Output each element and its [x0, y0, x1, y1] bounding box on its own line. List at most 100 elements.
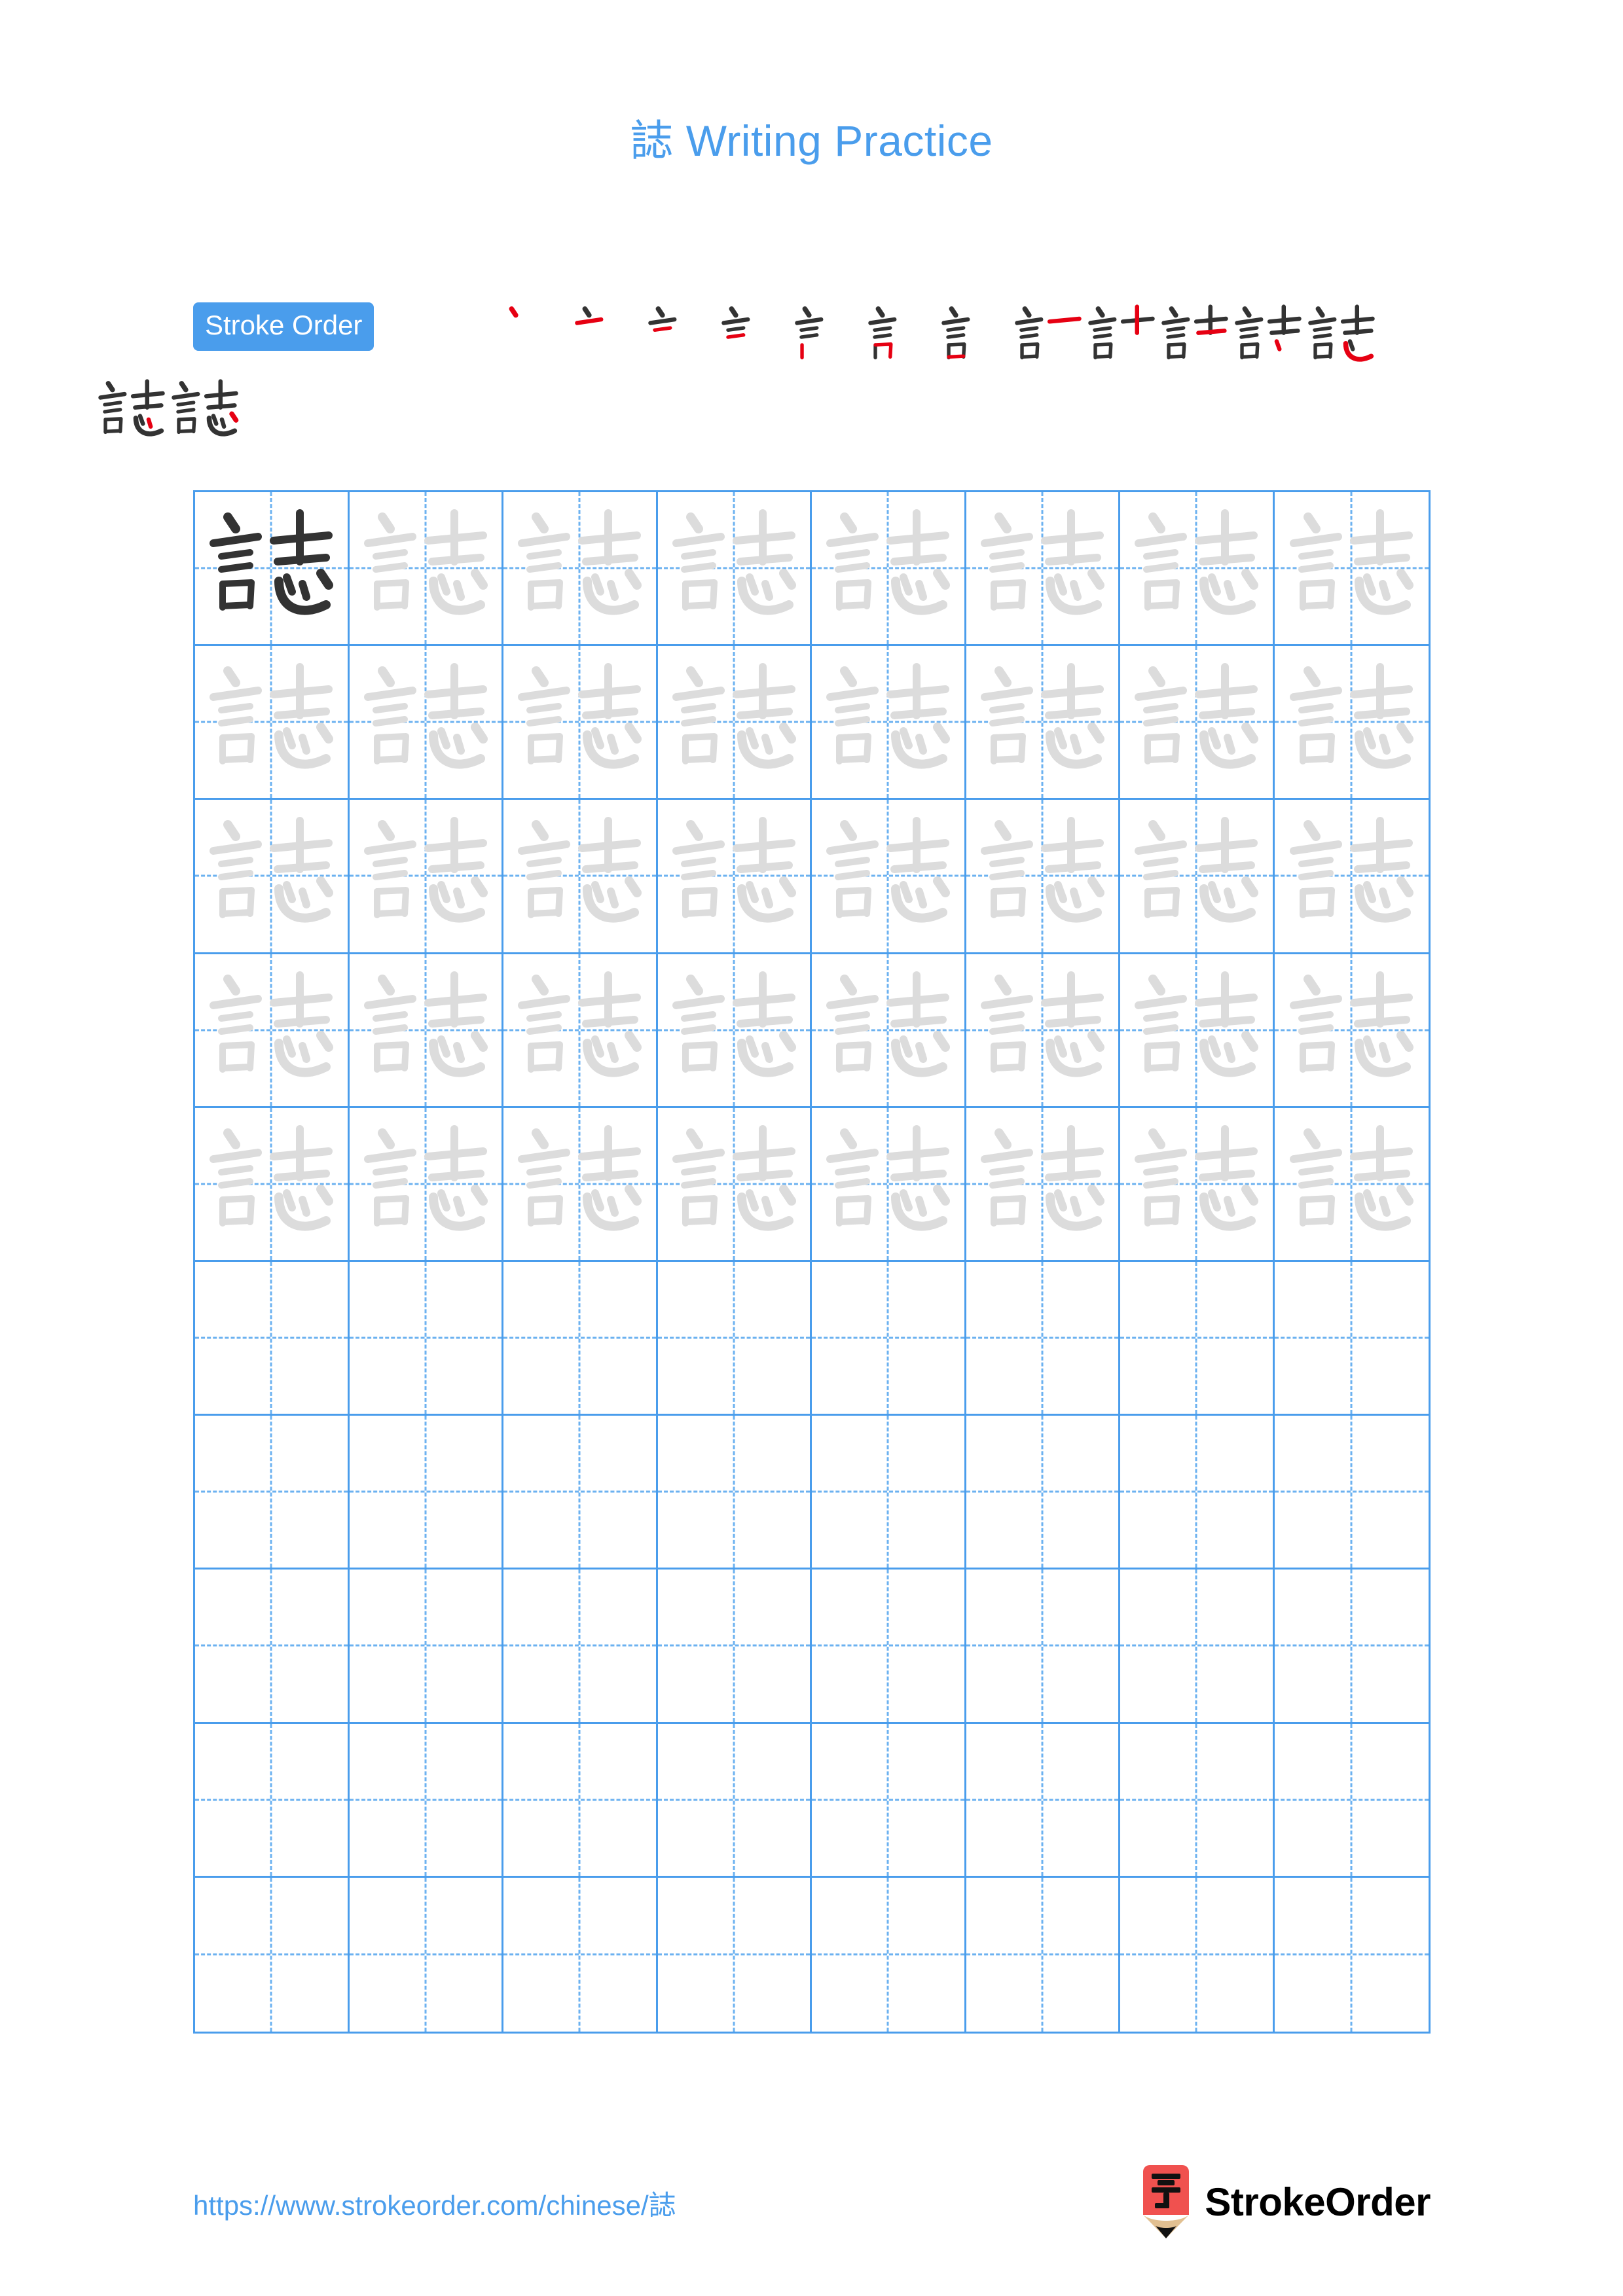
- trace-character: [966, 800, 1119, 952]
- practice-cell-empty[interactable]: [195, 1877, 350, 2032]
- page-title-character: 誌: [630, 116, 674, 166]
- practice-cell-trace[interactable]: [1274, 954, 1429, 1108]
- practice-grid: [193, 490, 1431, 2034]
- practice-cell-empty[interactable]: [1274, 1262, 1429, 1416]
- practice-cell-empty[interactable]: [1120, 1877, 1275, 2032]
- practice-cell-empty[interactable]: [1275, 1878, 1429, 2032]
- trace-character: [658, 492, 811, 644]
- page-title-rest: Writing Practice: [673, 117, 993, 165]
- practice-cell-empty[interactable]: [966, 1570, 1120, 1724]
- practice-cell-trace[interactable]: [812, 1107, 966, 1262]
- practice-cell-empty[interactable]: [1274, 1416, 1429, 1570]
- practice-cell-trace[interactable]: [657, 1107, 812, 1262]
- practice-cell-empty[interactable]: [349, 1570, 503, 1724]
- practice-cell-empty[interactable]: [503, 1723, 658, 1878]
- practice-cell-empty[interactable]: [503, 1570, 658, 1724]
- trace-character: [812, 1108, 964, 1260]
- practice-cell-empty[interactable]: [657, 1261, 812, 1416]
- practice-cell-trace[interactable]: [195, 954, 350, 1108]
- stroke-order-row-1: [498, 301, 1378, 372]
- trace-character: [1275, 1108, 1429, 1260]
- practice-cell-trace[interactable]: [1120, 800, 1275, 954]
- practice-cell-empty[interactable]: [812, 1570, 966, 1724]
- practice-cell-empty[interactable]: [657, 1570, 812, 1724]
- practice-cell-empty[interactable]: [349, 1416, 503, 1570]
- practice-cell-trace[interactable]: [1120, 492, 1275, 647]
- practice-cell-trace[interactable]: [503, 1107, 658, 1262]
- practice-cell-empty[interactable]: [195, 1416, 350, 1570]
- practice-cell-empty[interactable]: [812, 1877, 966, 2032]
- practice-cell-empty[interactable]: [812, 1723, 966, 1878]
- practice-cell-empty[interactable]: [1120, 1570, 1275, 1724]
- trace-character: [966, 1108, 1119, 1260]
- practice-cell-empty[interactable]: [503, 1416, 658, 1570]
- practice-cell-empty[interactable]: [195, 1261, 350, 1416]
- practice-cell-trace[interactable]: [1274, 1108, 1429, 1262]
- practice-cell-empty[interactable]: [503, 1877, 658, 2032]
- practice-cell-empty[interactable]: [1120, 1416, 1275, 1570]
- practice-cell-empty[interactable]: [966, 1723, 1120, 1878]
- practice-cell-trace[interactable]: [966, 954, 1120, 1108]
- practice-cell-trace[interactable]: [812, 492, 966, 647]
- practice-cell-trace[interactable]: [812, 954, 966, 1108]
- trace-character: [503, 492, 656, 644]
- practice-cell-trace[interactable]: [966, 492, 1120, 647]
- practice-cell-empty[interactable]: [503, 1261, 658, 1416]
- practice-cell-trace[interactable]: [1274, 492, 1429, 647]
- practice-cell-trace[interactable]: [812, 646, 966, 800]
- practice-cell-empty[interactable]: [812, 1261, 966, 1416]
- practice-cell-empty[interactable]: [1120, 1261, 1275, 1416]
- practice-cell-empty[interactable]: [1274, 1570, 1429, 1724]
- stroke-step-9: [1085, 301, 1158, 372]
- stroke-step-10: [1158, 301, 1231, 372]
- practice-cell-trace[interactable]: [349, 492, 503, 647]
- practice-cell-trace[interactable]: [657, 800, 812, 954]
- practice-cell-trace[interactable]: [195, 800, 350, 954]
- practice-cell-empty[interactable]: [1120, 1723, 1275, 1878]
- practice-cell-empty[interactable]: [657, 1723, 812, 1878]
- practice-cell-trace[interactable]: [966, 800, 1120, 954]
- practice-cell-trace[interactable]: [503, 800, 658, 954]
- practice-cell-trace[interactable]: [966, 646, 1120, 800]
- practice-cell-trace[interactable]: [349, 646, 503, 800]
- practice-cell-trace[interactable]: [349, 1107, 503, 1262]
- practice-cell-empty[interactable]: [195, 1570, 350, 1724]
- practice-cell-empty[interactable]: [966, 1877, 1120, 2032]
- practice-cell-trace[interactable]: [503, 492, 658, 647]
- footer-url-link[interactable]: https://www.strokeorder.com/chinese/誌: [193, 2183, 676, 2223]
- stroke-order-badge: Stroke Order: [193, 302, 374, 351]
- practice-cell-model[interactable]: [195, 492, 350, 647]
- practice-cell-trace[interactable]: [657, 954, 812, 1108]
- practice-cell-trace[interactable]: [349, 954, 503, 1108]
- practice-cell-trace[interactable]: [503, 954, 658, 1108]
- practice-cell-trace[interactable]: [1120, 1107, 1275, 1262]
- practice-cell-empty[interactable]: [195, 1723, 350, 1878]
- stroke-step-2: [572, 301, 645, 372]
- practice-cell-empty[interactable]: [350, 1877, 503, 2032]
- practice-cell-empty[interactable]: [658, 1877, 812, 2032]
- practice-cell-empty[interactable]: [657, 1416, 812, 1570]
- practice-cell-trace[interactable]: [195, 1107, 350, 1262]
- practice-cell-empty[interactable]: [966, 1261, 1120, 1416]
- practice-cell-trace[interactable]: [812, 800, 966, 954]
- practice-cell-trace[interactable]: [657, 646, 812, 800]
- practice-cell-empty[interactable]: [966, 1416, 1120, 1570]
- trace-character: [1120, 954, 1273, 1106]
- stroke-order-row-2: [95, 376, 242, 446]
- practice-cell-trace[interactable]: [1120, 954, 1275, 1108]
- practice-cell-trace[interactable]: [966, 1107, 1120, 1262]
- practice-cell-empty[interactable]: [812, 1416, 966, 1570]
- practice-cell-trace[interactable]: [349, 800, 503, 954]
- stroke-step-14: [168, 376, 242, 446]
- practice-cell-trace[interactable]: [1274, 800, 1429, 954]
- practice-cell-trace[interactable]: [503, 646, 658, 800]
- practice-cell-trace[interactable]: [1120, 646, 1275, 800]
- practice-cell-trace[interactable]: [195, 646, 350, 800]
- practice-cell-empty[interactable]: [349, 1261, 503, 1416]
- brand-logo[interactable]: StrokeOrder: [1140, 2165, 1431, 2238]
- practice-cell-empty[interactable]: [1274, 1724, 1429, 1878]
- practice-cell-empty[interactable]: [349, 1723, 503, 1878]
- practice-cell-trace[interactable]: [657, 492, 812, 647]
- practice-cell-trace[interactable]: [1274, 646, 1429, 800]
- trace-character: [812, 954, 964, 1106]
